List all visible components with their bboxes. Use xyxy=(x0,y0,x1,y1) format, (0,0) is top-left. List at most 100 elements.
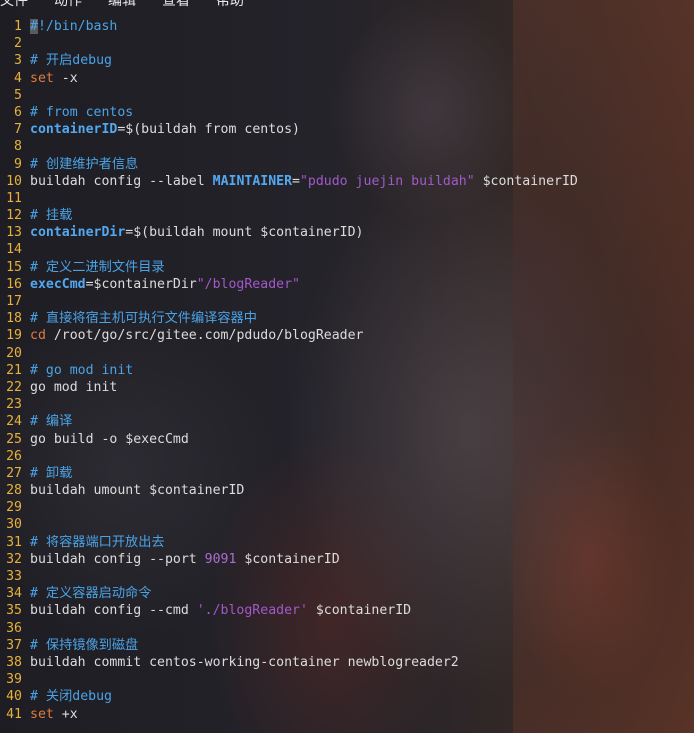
code-line[interactable]: 35 buildah config --cmd './blogReader' $c… xyxy=(0,602,694,619)
code-line[interactable]: 3 # 开启debug xyxy=(0,52,694,69)
line-number: 20 xyxy=(6,345,22,361)
code-line[interactable]: 13 containerDir=$(buildah mount $containe… xyxy=(0,224,694,241)
menu-item[interactable]: 动作 xyxy=(54,0,82,12)
line-number: 23 xyxy=(6,397,22,413)
menu-item[interactable]: 文件 xyxy=(0,0,28,12)
line-number: 7 xyxy=(14,122,22,138)
code-line[interactable]: 14 xyxy=(0,241,694,258)
line-number: 19 xyxy=(6,328,22,344)
code-line[interactable]: 37 # 保持镜像到磁盘 xyxy=(0,637,694,654)
code-token: =$(buildah mount $containerID) xyxy=(125,225,364,241)
code-line[interactable]: 27 # 卸载 xyxy=(0,465,694,482)
code-line[interactable]: 9 # 创建维护者信息 xyxy=(0,156,694,173)
line-number: 28 xyxy=(6,483,22,499)
code-line[interactable]: 15 # 定义二进制文件目录 xyxy=(0,259,694,276)
code-line[interactable]: 17 xyxy=(0,293,694,310)
line-number: 29 xyxy=(6,500,22,516)
code-token: buildah commit centos-working-container … xyxy=(30,654,459,670)
code-line[interactable]: 6 # from centos xyxy=(0,104,694,121)
line-number: 11 xyxy=(6,190,22,206)
code-text: buildah config --port 9091 $containerID xyxy=(30,551,340,568)
code-line[interactable]: 1 #!/bin/bash xyxy=(0,18,694,35)
code-line[interactable]: 19 cd /root/go/src/gitee.com/pdudo/blogRe… xyxy=(0,327,694,344)
code-line[interactable]: 20 xyxy=(0,345,694,362)
code-line[interactable]: 33 xyxy=(0,568,694,585)
code-token: # xyxy=(30,19,38,34)
code-line[interactable]: 23 xyxy=(0,396,694,413)
code-line[interactable]: 12 # 挂载 xyxy=(0,207,694,224)
line-number: 6 xyxy=(14,104,22,120)
code-line[interactable]: 30 xyxy=(0,516,694,533)
menu-item[interactable]: 帮助 xyxy=(216,0,244,12)
code-line[interactable]: 22 go mod init xyxy=(0,379,694,396)
code-text: set +x xyxy=(30,706,78,723)
code-line[interactable]: 16 execCmd=$containerDir"/blogReader" xyxy=(0,276,694,293)
code-token: # 编译 xyxy=(30,414,73,430)
line-number: 3 xyxy=(14,53,22,69)
code-token: # 将容器端口开放出去 xyxy=(30,534,165,550)
line-number: 34 xyxy=(6,586,22,602)
code-text: execCmd=$containerDir"/blogReader" xyxy=(30,276,300,293)
code-token: # go mod init xyxy=(30,362,134,378)
code-line[interactable]: 32 buildah config --port 9091 $containerI… xyxy=(0,551,694,568)
line-number: 36 xyxy=(6,620,22,636)
code-token: go build -o $execCmd xyxy=(30,431,189,447)
menu-item[interactable]: 编辑 xyxy=(108,0,136,12)
line-number: 15 xyxy=(6,259,22,275)
code-text: cd /root/go/src/gitee.com/pdudo/blogRead… xyxy=(30,327,363,344)
code-line[interactable]: 31 # 将容器端口开放出去 xyxy=(0,534,694,551)
line-number: 9 xyxy=(14,156,22,172)
code-text: # from centos xyxy=(30,104,133,121)
code-token: set xyxy=(30,706,54,722)
code-token: +x xyxy=(53,706,78,722)
code-token: "pdudo juejin buildah" xyxy=(299,173,475,189)
line-number: 26 xyxy=(6,448,22,464)
line-number: 17 xyxy=(6,294,22,309)
line-number: 41 xyxy=(6,706,22,722)
code-token: # 定义二进制文件目录 xyxy=(30,259,165,275)
code-line[interactable]: 21 # go mod init xyxy=(0,362,694,379)
code-text: containerID=$(buildah from centos) xyxy=(30,121,300,138)
code-line[interactable]: 26 xyxy=(0,448,694,465)
code-line[interactable]: 39 xyxy=(0,671,694,688)
code-text: buildah umount $containerID xyxy=(30,482,244,499)
code-line[interactable]: 5 xyxy=(0,87,694,104)
code-editor[interactable]: 1 #!/bin/bash 2 3 # 开启debug 4 set -x 5 6 # from c… xyxy=(0,18,694,723)
code-line[interactable]: 29 xyxy=(0,499,694,516)
code-token: set xyxy=(30,70,54,86)
code-token: execCmd xyxy=(30,276,86,292)
code-line[interactable]: 10 buildah config --label MAINTAINER="pdu… xyxy=(0,173,694,190)
code-line[interactable]: 2 xyxy=(0,35,694,52)
code-line[interactable]: 24 # 编译 xyxy=(0,413,694,430)
code-text: # 定义容器启动命令 xyxy=(30,585,151,602)
code-line[interactable]: 18 # 直接将宿主机可执行文件编译容器中 xyxy=(0,310,694,327)
code-line[interactable]: 25 go build -o $execCmd xyxy=(0,431,694,448)
code-text: # go mod init xyxy=(30,362,133,379)
code-token: # from centos xyxy=(30,104,134,120)
code-token: # 创建维护者信息 xyxy=(30,156,139,172)
code-token: buildah config --label xyxy=(30,173,213,189)
code-line[interactable]: 7 containerID=$(buildah from centos) xyxy=(0,121,694,138)
code-text: # 创建维护者信息 xyxy=(30,156,138,173)
line-number: 32 xyxy=(6,551,22,567)
code-line[interactable]: 34 # 定义容器启动命令 xyxy=(0,585,694,602)
code-text: # 保持镜像到磁盘 xyxy=(30,637,138,654)
menu-item[interactable]: 查看 xyxy=(162,0,190,12)
code-line[interactable]: 36 xyxy=(0,620,694,637)
code-text: go build -o $execCmd xyxy=(30,431,189,448)
line-number: 13 xyxy=(6,225,22,241)
code-line[interactable]: 40 # 关闭debug xyxy=(0,688,694,705)
code-token: buildah config --cmd xyxy=(30,603,197,619)
code-token: go mod init xyxy=(30,379,118,395)
code-line[interactable]: 4 set -x xyxy=(0,70,694,87)
code-line[interactable]: 11 xyxy=(0,190,694,207)
code-line[interactable]: 28 buildah umount $containerID xyxy=(0,482,694,499)
code-line[interactable]: 8 xyxy=(0,138,694,155)
code-token: # 挂载 xyxy=(30,208,73,224)
code-line[interactable]: 38 buildah commit centos-working-containe… xyxy=(0,654,694,671)
code-text: set -x xyxy=(30,70,78,87)
line-number: 16 xyxy=(6,276,22,292)
line-number: 37 xyxy=(6,637,22,653)
code-line[interactable]: 41 set +x xyxy=(0,706,694,723)
code-text: # 开启debug xyxy=(30,52,112,69)
